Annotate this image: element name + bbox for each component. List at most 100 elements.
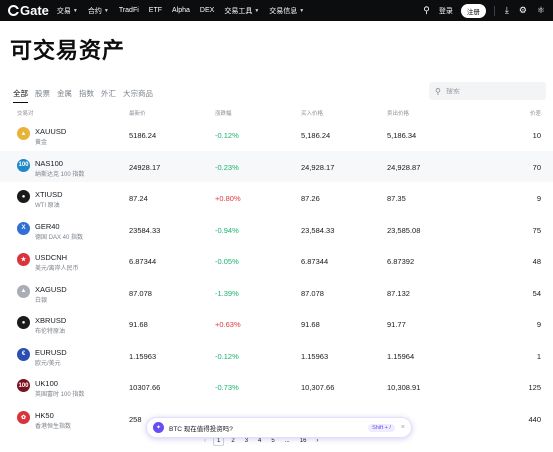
table-header: 交易对 最新价 涨跌幅 买入价格 卖出价格 价差 [0,107,553,119]
spread-value: 1 [536,351,541,361]
pager-page[interactable]: 5 [271,438,274,444]
pager-page[interactable]: 16 [300,438,307,444]
table-row[interactable]: X GER40 德国 DAX 40 指数 23584.33 -0.94% 23,584.3… [0,214,553,246]
asset-name: 纳斯达克 100 指数 [35,171,85,178]
tab-1[interactable]: 股票 [35,88,50,103]
asset-symbol: GER40 [35,221,60,231]
nav-item[interactable]: Alpha [172,6,190,16]
table-row[interactable]: ★ USDCNH 美元/离岸人民币 6.87344 -0.05% 6.87344 6.873… [0,245,553,277]
ai-sparkle-icon: ✦ [153,422,164,433]
last-price: 10307.66 [129,383,161,392]
search-box[interactable]: ⚲ [429,82,546,100]
nav-item-label: Alpha [172,7,190,14]
chevron-down-icon: ▼ [299,7,305,14]
pager-page[interactable]: 2 [231,438,234,444]
nav-item[interactable]: 合约 ▼ [88,6,109,16]
table-row[interactable]: € EURUSD 欧元/美元 1.15963 -0.12% 1.15963 1.15964 1 [0,340,553,372]
bid-price: 5,186.24 [301,131,331,140]
page-title: 可交易资产 [10,38,126,63]
ask-price: 87.35 [387,194,406,203]
nav-item-label: 交易 [56,7,71,15]
search-input[interactable] [445,87,536,95]
asset-name: 英国富时 100 指数 [35,392,85,398]
asset-icon: 100 [17,158,30,172]
spread-value: 9 [536,320,541,329]
asset-icon: ✿ [17,410,30,424]
table-row[interactable]: ▲ XAUUSD 黄金 5186.24 -0.12% 5,186.24 5,186.34 10 [0,119,553,151]
ask-price: 1.15964 [387,351,415,361]
ai-prompt-text[interactable]: BTC 现在值得投资吗? [169,423,233,433]
pager-prev[interactable]: ‹ [204,438,206,444]
search-icon[interactable]: ⚲ [423,6,430,15]
asset-name: 美元/离岸人民币 [35,266,79,272]
asset-name: 德国 DAX 40 指数 [35,234,84,241]
spread-value: 9 [536,194,541,203]
header-change[interactable]: 涨跌幅 [215,109,232,117]
chevron-down-icon: ▼ [254,7,260,14]
last-price: 23584.33 [129,225,161,235]
spread-value: 125 [528,383,541,392]
price-change: -0.23% [215,162,239,172]
header-spread[interactable]: 价差 [530,109,541,117]
nav-item-label: 交易信息 [269,7,298,15]
asset-icon: ▲ [17,284,30,298]
bid-price: 1.15963 [301,351,329,361]
last-price: 91.68 [129,320,148,329]
close-icon[interactable]: × [401,424,405,431]
price-change: -0.12% [215,131,239,140]
asset-symbol: EURUSD [35,347,67,357]
asset-symbol: UK100 [35,379,58,388]
asset-symbol: NAS100 [35,158,63,168]
chevron-down-icon: ▼ [72,7,78,14]
table-row[interactable]: 100 UK100 英国富时 100 指数 10307.66 -0.73% 10,307.… [0,371,553,403]
nav-item-label: 合约 [87,7,102,15]
asset-icon: ● [17,316,30,329]
last-price: 1.15963 [129,351,157,361]
ask-price: 5,186.34 [387,131,417,140]
signup-button[interactable]: 注册 [460,3,486,18]
pager-page[interactable]: 3 [245,438,248,444]
asset-name: 香港恒生指数 [35,423,72,430]
ai-assistant-bar[interactable]: ✦ BTC 现在值得投资吗? Shift + / × [146,417,412,438]
price-change: -0.05% [215,257,239,266]
table-row[interactable]: ● XBRUSD 布伦特原油 91.68 +0.63% 91.68 91.77 9 [0,308,553,340]
nav-item[interactable]: ETF [149,6,162,16]
login-link[interactable]: 登录 [439,6,453,16]
table-row[interactable]: 100 NAS100 纳斯达克 100 指数 24928.17 -0.23% 24,928… [0,150,553,182]
tab-3[interactable]: 指数 [79,88,94,103]
header-bid[interactable]: 买入价格 [301,109,323,117]
table-row[interactable]: ▲ XAGUSD 白银 87.078 -1.39% 87.078 87.132 54 [0,277,553,309]
header-symbol[interactable]: 交易对 [17,109,34,117]
bid-price: 6.87344 [301,257,329,266]
nav-item[interactable]: DEX [200,6,214,16]
logo-text: Gate [20,3,49,18]
settings-gear-icon[interactable]: ⚙ [519,6,527,15]
language-globe-icon[interactable]: ⚛ [537,6,545,15]
nav-item[interactable]: 交易 ▼ [57,6,78,16]
header-ask[interactable]: 卖出价格 [387,109,409,117]
asset-symbol: USDCNH [35,253,68,262]
pager-page[interactable]: 4 [258,438,261,444]
nav-divider [493,5,495,16]
download-icon[interactable]: ⤓ [505,6,509,15]
tab-2[interactable]: 金属 [57,88,72,103]
nav-item[interactable]: 交易信息 ▼ [269,6,304,16]
pager-ellipsis: ... [284,438,290,444]
nav-item[interactable]: 交易工具 ▼ [224,6,259,16]
nav-item[interactable]: TradFi [119,6,139,16]
tab-0[interactable]: 全部 [13,88,28,103]
gate-logo[interactable]: Gate [8,3,49,18]
ask-price: 10,308.91 [387,383,421,392]
last-price: 24928.17 [129,162,161,172]
tab-4[interactable]: 外汇 [101,88,116,103]
tab-5[interactable]: 大宗商品 [123,88,153,103]
nav-item-label: DEX [199,7,215,14]
top-nav: Gate 交易 ▼ 合约 ▼ TradFi ETF Alpha DEX 交易工具 ▼ 交易信息 ▼ ⚲… [0,0,553,21]
pager-next[interactable]: › [316,438,318,444]
table-row[interactable]: ● XTIUSD WTI 原油 87.24 +0.80% 87.26 87.35 9 [0,182,553,214]
asset-name: WTI 原油 [35,203,60,209]
last-price: 5186.24 [129,131,157,140]
header-last-price[interactable]: 最新价 [129,109,146,117]
bid-price: 91.68 [301,320,320,329]
ai-shortcut-badge: Shift + / [368,423,395,432]
